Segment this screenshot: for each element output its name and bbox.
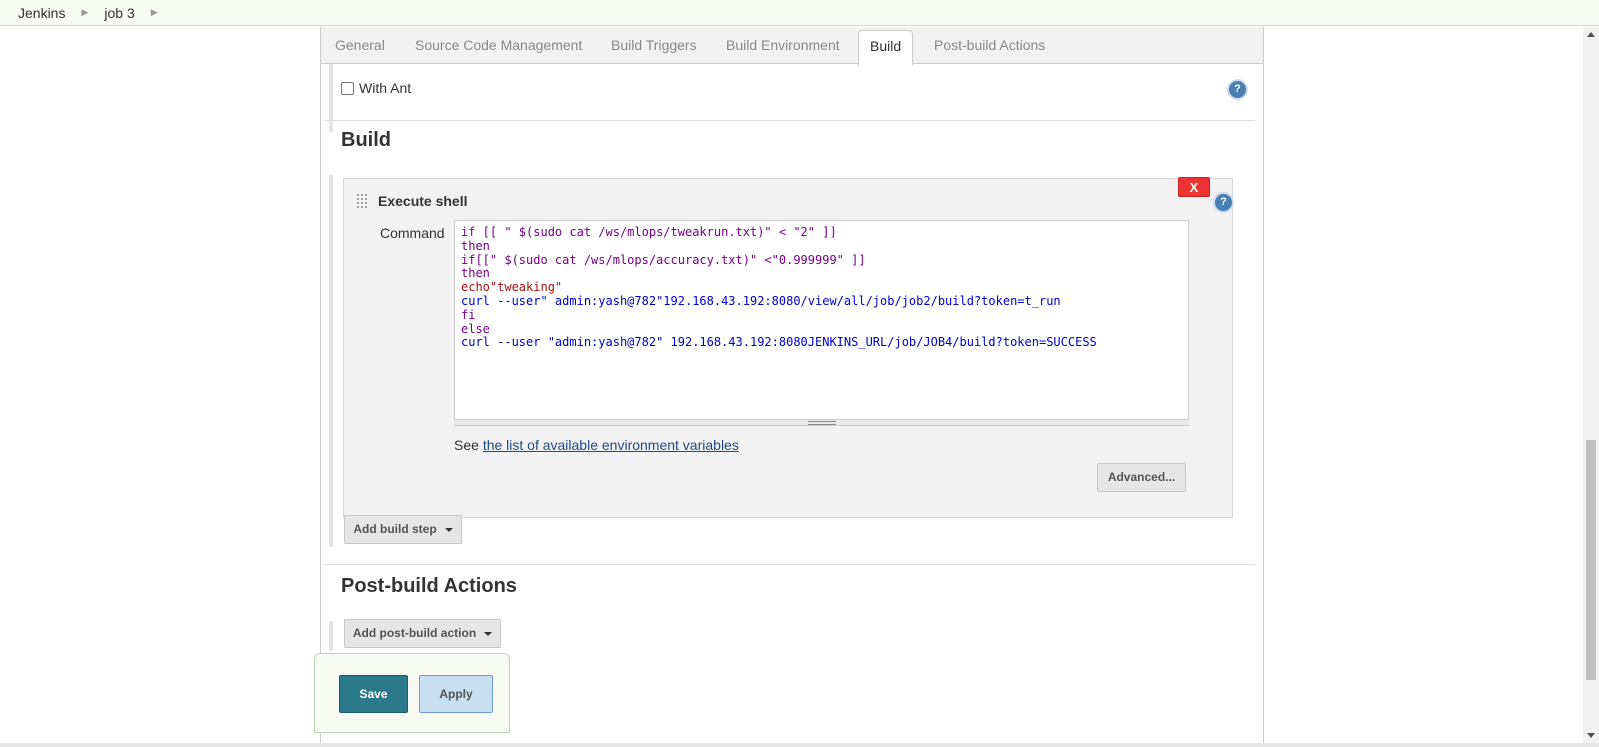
env-vars-link[interactable]: the list of available environment variab… xyxy=(483,437,739,453)
caret-down-icon xyxy=(444,527,453,532)
question-icon[interactable]: ? xyxy=(1227,79,1248,100)
section-divider xyxy=(325,120,1255,121)
section-rail xyxy=(329,64,333,132)
tab-post-build-actions[interactable]: Post-build Actions xyxy=(932,27,1047,64)
code-line-9: curl --user "admin:yash@782" 192.168.43.… xyxy=(461,335,1097,350)
command-editor[interactable]: if [[ " $(sudo cat /ws/mlops/tweakrun.tx… xyxy=(454,220,1189,426)
save-button[interactable]: Save xyxy=(339,675,408,713)
post-build-section-title: Post-build Actions xyxy=(341,575,517,597)
tab-build-environment[interactable]: Build Environment xyxy=(724,27,842,64)
code-line-1: if [[ " $(sudo cat /ws/mlops/tweakrun.tx… xyxy=(461,225,837,239)
chevron-right-icon[interactable]: ▶ xyxy=(151,7,158,18)
save-apply-bar: Save Apply xyxy=(314,653,510,733)
with-ant-label: With Ant xyxy=(359,80,412,96)
code-line-3: if[[" $(sudo cat /ws/mlops/accuracy.txt)… xyxy=(461,252,866,267)
execute-shell-step: Execute shell X ? Command if [[ " $(sudo… xyxy=(343,177,1234,518)
tab-general[interactable]: General xyxy=(333,27,387,64)
build-section-title: Build xyxy=(341,129,391,151)
code-line-8: else xyxy=(461,321,490,336)
breadcrumb: Jenkins ▶ job 3 ▶ xyxy=(0,0,1599,26)
code-line-7: fi xyxy=(461,307,476,322)
tab-source-code-management[interactable]: Source Code Management xyxy=(413,27,584,64)
command-label: Command xyxy=(380,225,445,241)
tab-build-triggers[interactable]: Build Triggers xyxy=(609,27,699,64)
horizontal-scroll-strip xyxy=(0,743,1599,747)
apply-button[interactable]: Apply xyxy=(419,675,493,713)
advanced-button[interactable]: Advanced... xyxy=(1097,463,1186,492)
tab-build[interactable]: Build xyxy=(858,30,914,66)
breadcrumb-item-jenkins[interactable]: Jenkins ▶ xyxy=(14,5,100,21)
scroll-thumb[interactable] xyxy=(1586,440,1596,680)
drag-handle-icon[interactable] xyxy=(356,193,368,209)
add-build-step-button[interactable]: Add build step xyxy=(344,515,462,544)
chevron-right-icon[interactable]: ▶ xyxy=(81,7,88,18)
add-post-build-action-button[interactable]: Add post-build action xyxy=(344,619,501,648)
code-line-4: then xyxy=(461,266,490,281)
add-post-build-action-label: Add post-build action xyxy=(352,626,477,640)
editor-resize-handle[interactable] xyxy=(454,419,1189,425)
scroll-up-icon[interactable] xyxy=(1587,32,1595,37)
env-prefix: See xyxy=(454,437,479,453)
caret-down-icon xyxy=(484,631,493,636)
config-panel: General Source Code Management Build Tri… xyxy=(314,27,1264,747)
code-line-5: echo"tweaking" xyxy=(461,280,563,295)
scroll-down-icon[interactable] xyxy=(1587,733,1595,738)
section-divider xyxy=(325,564,1255,565)
with-ant-row: With Ant xyxy=(341,80,411,96)
page-scrollbar[interactable] xyxy=(1583,27,1599,743)
question-icon[interactable]: ? xyxy=(1213,192,1234,213)
delete-step-button[interactable]: X xyxy=(1178,177,1210,197)
code-line-6: curl --user" admin:yash@782"192.168.43.1… xyxy=(461,293,1061,308)
breadcrumb-item-job[interactable]: job 3 ▶ xyxy=(100,5,169,21)
with-ant-checkbox[interactable] xyxy=(341,81,354,95)
config-tabbar: General Source Code Management Build Tri… xyxy=(321,27,1263,66)
build-section-rail xyxy=(329,175,333,547)
add-build-step-label: Add build step xyxy=(353,522,437,536)
code-line-2: then xyxy=(461,238,490,253)
post-build-section-rail xyxy=(329,621,333,651)
execute-shell-title: Execute shell xyxy=(378,193,468,209)
env-vars-row: See the list of available environment va… xyxy=(454,437,739,453)
